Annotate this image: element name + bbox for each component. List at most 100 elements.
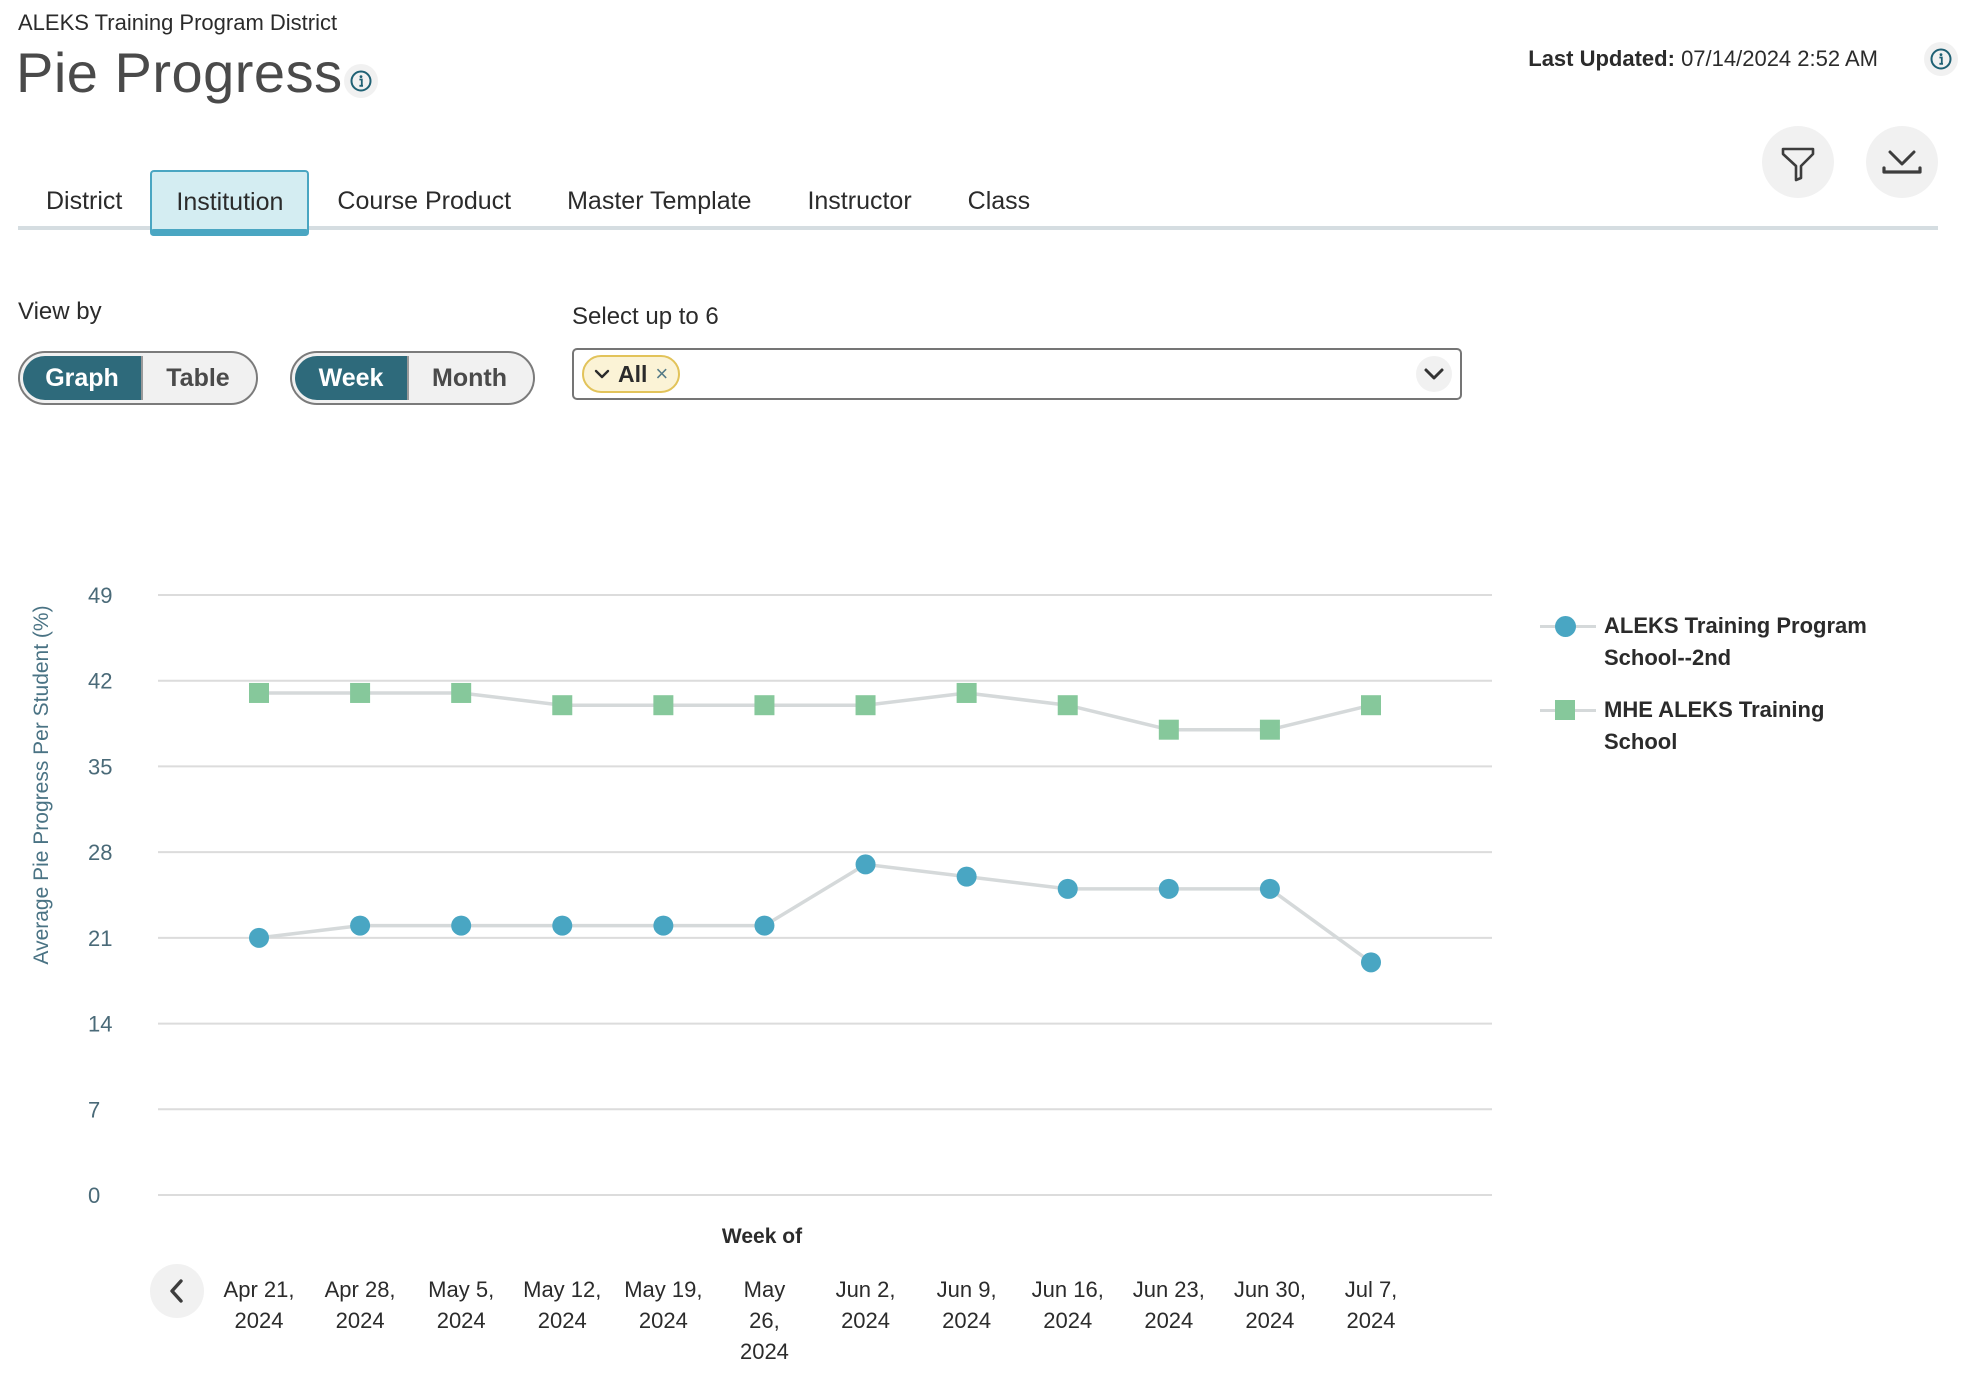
tab-institution[interactable]: Institution	[150, 170, 310, 236]
y-tick-label: 21	[88, 926, 112, 951]
square-marker-icon	[1555, 700, 1575, 720]
x-tick-line: May 19,	[624, 1277, 702, 1302]
x-tick-line: Jun 9,	[937, 1277, 997, 1302]
chevron-left-icon	[170, 1279, 183, 1303]
data-point[interactable]	[1057, 878, 1078, 899]
data-point[interactable]	[754, 915, 775, 936]
last-updated-label: Last Updated:	[1528, 46, 1675, 71]
select-label: Select up to 6	[572, 303, 719, 330]
tab-class[interactable]: Class	[940, 170, 1059, 232]
series-1	[249, 854, 1381, 973]
data-point[interactable]	[1259, 878, 1280, 899]
data-point[interactable]	[451, 915, 472, 936]
x-axis-title: Week of	[722, 1225, 803, 1248]
filter-button[interactable]	[1762, 126, 1834, 198]
y-tick-label: 7	[88, 1097, 100, 1122]
data-point[interactable]	[1057, 695, 1078, 716]
data-point[interactable]	[855, 695, 876, 716]
graph-toggle-button[interactable]: Graph	[23, 356, 141, 400]
view-by-label: View by	[18, 298, 102, 325]
period-toggle: Week Month	[290, 351, 535, 405]
x-tick-label: Jun 30, 2024	[1234, 1277, 1306, 1333]
data-point[interactable]	[552, 695, 573, 716]
x-tick-labels: Apr 21, 2024 Apr 28, 2024 May 5, 2024 May 12, 2…	[224, 1277, 1398, 1364]
y-tick-label: 35	[88, 754, 112, 779]
series-2	[249, 682, 1381, 740]
last-updated-info-button[interactable]	[1924, 42, 1958, 76]
x-tick-line: 2024	[1144, 1308, 1193, 1333]
x-tick-label: Jun 16, 2024	[1032, 1277, 1104, 1333]
x-tick-line: Jun 2,	[836, 1277, 896, 1302]
data-point[interactable]	[451, 682, 472, 703]
download-icon	[1882, 150, 1922, 174]
tab-master-template[interactable]: Master Template	[539, 170, 779, 232]
data-point[interactable]	[1158, 878, 1179, 899]
table-toggle-button[interactable]: Table	[143, 356, 253, 400]
data-point[interactable]	[1259, 719, 1280, 740]
tab-district[interactable]: District	[18, 170, 150, 232]
data-point[interactable]	[1158, 719, 1179, 740]
legend-item[interactable]: MHE ALEKS Training School	[1540, 694, 1870, 758]
y-tick-labels: 0 7 14 21 28 35 42 49	[88, 583, 112, 1208]
x-tick-line: May	[744, 1277, 786, 1302]
filter-icon	[1781, 147, 1815, 182]
x-tick-line: Jun 16,	[1032, 1277, 1104, 1302]
x-tick-label: Jul 7, 2024	[1345, 1277, 1398, 1333]
x-tick-line: Jul 7,	[1345, 1277, 1398, 1302]
view-toggle: Graph Table	[18, 351, 258, 405]
x-tick-label: May 12, 2024	[523, 1277, 601, 1333]
tab-course-product[interactable]: Course Product	[309, 170, 539, 232]
x-tick-line: 26,	[749, 1308, 780, 1333]
select-dropdown-button[interactable]	[1416, 356, 1452, 392]
x-tick-label: Apr 21, 2024	[224, 1277, 295, 1333]
legend-label: School	[1604, 729, 1678, 754]
chevron-down-icon	[1424, 368, 1444, 380]
x-tick-label: Apr 28, 2024	[325, 1277, 396, 1333]
data-point[interactable]	[552, 915, 573, 936]
week-toggle-button[interactable]: Week	[295, 356, 407, 400]
data-point[interactable]	[249, 682, 269, 703]
x-tick-line: May 12,	[523, 1277, 601, 1302]
data-point[interactable]	[754, 695, 775, 716]
data-point[interactable]	[956, 682, 977, 703]
month-toggle-button[interactable]: Month	[409, 356, 530, 400]
x-tick-label: Jun 23, 2024	[1133, 1277, 1205, 1333]
chevron-down-icon	[594, 369, 610, 379]
data-point[interactable]	[249, 927, 269, 948]
x-tick-line: 2024	[437, 1308, 486, 1333]
legend-item[interactable]: ALEKS Training Program School--2nd	[1540, 610, 1870, 674]
x-tick-line: 2024	[1245, 1308, 1294, 1333]
data-point[interactable]	[653, 915, 674, 936]
info-icon	[1930, 48, 1952, 70]
download-button[interactable]	[1866, 126, 1938, 198]
previous-weeks-button[interactable]	[150, 1264, 204, 1318]
x-tick-line: Jun 30,	[1234, 1277, 1306, 1302]
x-tick-label: May 19, 2024	[624, 1277, 702, 1333]
x-tick-label: May 26, 2024	[740, 1277, 789, 1364]
data-point[interactable]	[956, 866, 977, 887]
last-updated-value: 07/14/2024 2:52 AM	[1681, 46, 1878, 71]
circle-marker-icon	[1555, 616, 1576, 637]
legend-label: MHE ALEKS Training	[1604, 697, 1825, 722]
title-info-button[interactable]	[344, 64, 378, 98]
x-tick-label: May 5, 2024	[428, 1277, 494, 1333]
tab-instructor[interactable]: Instructor	[779, 170, 939, 232]
y-axis-title: Average Pie Progress Per Student (%)	[30, 605, 53, 964]
chip-remove-icon[interactable]: ×	[655, 361, 668, 387]
data-point[interactable]	[855, 854, 876, 875]
legend-label: ALEKS Training Program	[1604, 613, 1867, 638]
x-tick-label: Jun 2, 2024	[836, 1277, 896, 1333]
legend-label: School--2nd	[1604, 645, 1732, 670]
data-point[interactable]	[1361, 695, 1381, 716]
x-tick-line: May 5,	[428, 1277, 494, 1302]
data-point[interactable]	[350, 915, 371, 936]
data-point[interactable]	[1361, 952, 1381, 973]
x-tick-label: Jun 9, 2024	[937, 1277, 997, 1333]
x-tick-line: 2024	[235, 1308, 284, 1333]
data-point[interactable]	[653, 695, 674, 716]
institution-multiselect[interactable]: All ×	[572, 348, 1462, 400]
x-tick-line: Jun 23,	[1133, 1277, 1205, 1302]
x-tick-line: 2024	[538, 1308, 587, 1333]
selected-chip[interactable]: All ×	[582, 355, 681, 393]
data-point[interactable]	[350, 682, 371, 703]
